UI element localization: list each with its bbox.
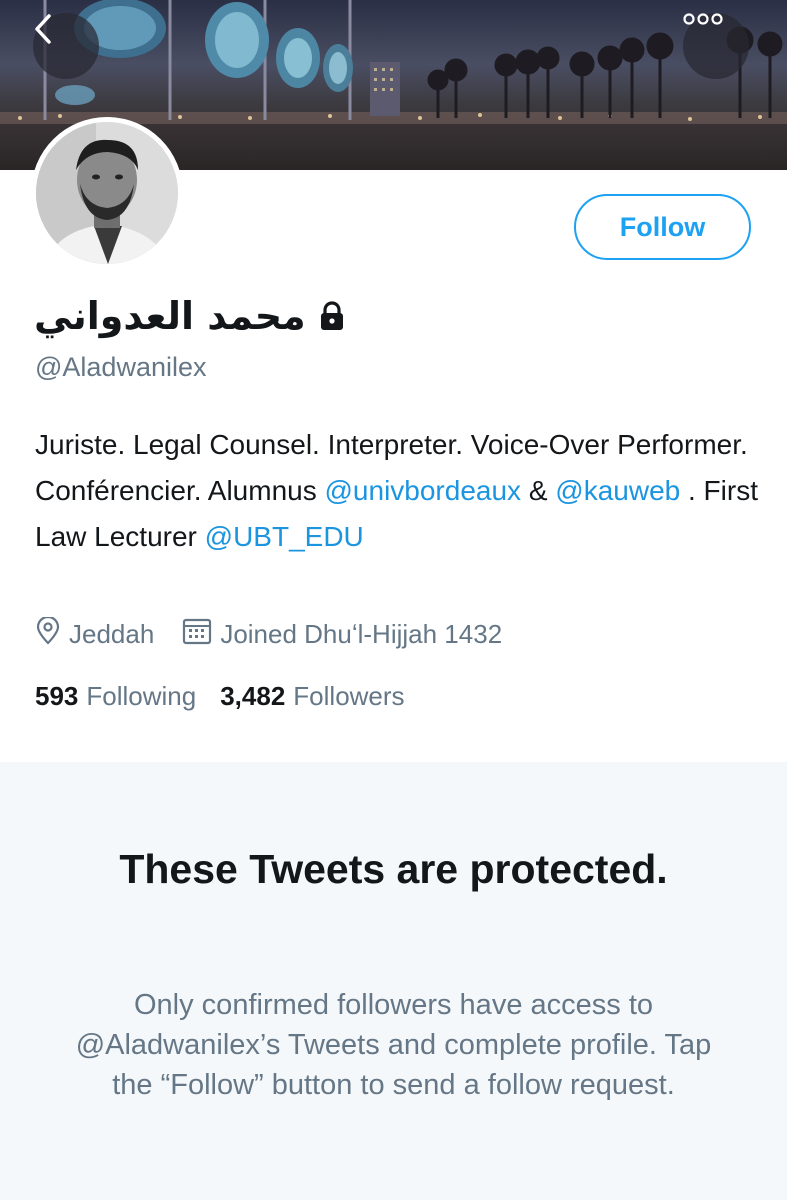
followers-label: Followers — [293, 680, 405, 711]
location-pin-icon — [35, 615, 69, 652]
protected-title: These Tweets are protected. — [119, 846, 668, 892]
protected-tweets-panel — [0, 762, 787, 1200]
mention-link[interactable]: @UBT_EDU — [205, 521, 364, 552]
avatar[interactable] — [31, 117, 183, 269]
mention-link[interactable]: @univbordeaux — [325, 475, 522, 506]
follow-button[interactable]: Follow — [574, 194, 751, 260]
protected-message: Only confirmed followers have access to … — [75, 989, 712, 1101]
join-date: Joined Dhuʻl-Hijjah 1432 — [182, 617, 502, 652]
following-label: Following — [86, 680, 197, 711]
location: Jeddah — [35, 615, 155, 652]
profile-bio: Juriste. Legal Counsel. Interpreter. Voi… — [35, 422, 765, 560]
join-date-text: Joined Dhuʻl-Hijjah 1432 — [220, 618, 503, 649]
calendar-icon — [182, 617, 220, 652]
back-button[interactable] — [33, 13, 99, 79]
avatar-photo — [36, 122, 178, 264]
mention-link[interactable]: @kauweb — [555, 475, 680, 506]
location-text: Jeddah — [69, 618, 155, 649]
followers-count: 3,482 — [220, 680, 286, 711]
bio-text: & — [521, 475, 556, 506]
display-name-row: محمد العدواني — [34, 286, 434, 346]
display-name: محمد العدواني — [34, 294, 306, 338]
profile-meta: Jeddah Joined Dhuʻl-Hijjah 1432 — [35, 614, 502, 654]
followers-link[interactable]: 3,482 Followers — [220, 681, 404, 712]
more-options-button[interactable] — [683, 13, 749, 79]
follow-counts: 593 Following 3,482 Followers — [35, 676, 405, 716]
following-link[interactable]: 593 Following — [35, 681, 196, 712]
lock-icon — [318, 301, 346, 331]
profile-handle: @Aladwanilex — [35, 352, 207, 382]
following-count: 593 — [35, 680, 79, 711]
